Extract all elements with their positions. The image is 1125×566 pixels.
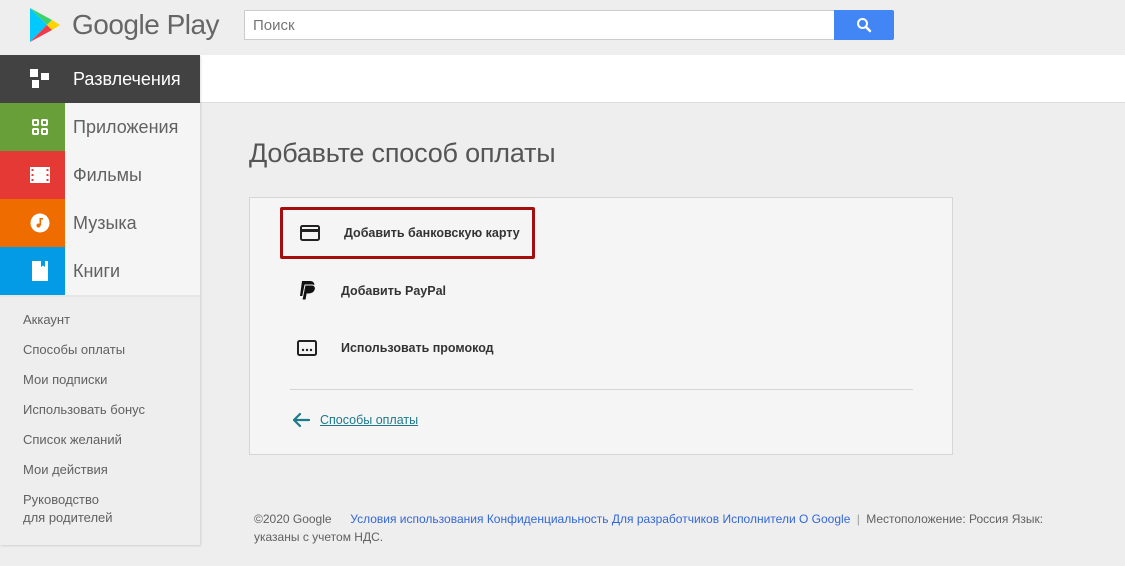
copyright: ©2020 Google (254, 512, 332, 526)
footer-link-artists[interactable]: Исполнители (722, 512, 795, 526)
category-swatch (0, 55, 65, 103)
back-to-payment-methods-link[interactable]: Способы оплаты (292, 412, 418, 428)
sidebar-category-apps[interactable]: Приложения (0, 103, 200, 151)
footer: ©2020 Google Условия использования Конфи… (254, 510, 1125, 546)
sidebar-category-movies[interactable]: Фильмы (0, 151, 200, 199)
redeem-promo-code-option[interactable]: Использовать промокод (280, 322, 535, 374)
header-band (200, 55, 1125, 103)
category-label: Музыка (73, 212, 137, 233)
sidebar-link-redeem[interactable]: Использовать бонус (0, 401, 200, 419)
category-label: Приложения (73, 116, 179, 137)
arrow-back-icon (292, 412, 310, 428)
account-links: Аккаунт Способы оплаты Мои подписки Испо… (0, 297, 200, 527)
sidebar-link-account[interactable]: Аккаунт (0, 311, 200, 329)
payment-options-card: Добавить банковскую карту Добавить PayPa… (249, 197, 953, 455)
play-triangle-icon (30, 8, 60, 42)
sidebar: Развлечения Приложения Фильмы Музыка Кни… (0, 55, 200, 545)
option-label: Добавить PayPal (341, 284, 447, 298)
footer-link-about-google[interactable]: О Google (799, 512, 850, 526)
google-play-logo[interactable]: Google Play (28, 6, 220, 44)
entertainment-icon (30, 69, 49, 88)
book-icon (32, 261, 48, 281)
footer-language[interactable]: Язык: (1012, 512, 1043, 526)
card-divider (290, 389, 913, 390)
search-input[interactable] (244, 10, 834, 40)
footer-link-privacy[interactable]: Конфиденциальность (487, 512, 609, 526)
apps-grid-icon (32, 119, 48, 135)
promo-code-icon (295, 336, 319, 360)
search-bar (244, 10, 894, 40)
sidebar-link-wishlist[interactable]: Список желаний (0, 431, 200, 449)
sidebar-category-music[interactable]: Музыка (0, 199, 200, 247)
search-button[interactable] (834, 10, 894, 40)
brand-name: Google Play (72, 9, 220, 40)
footer-line-2: указаны с учетом НДС. (254, 530, 384, 544)
sidebar-link-activity[interactable]: Мои действия (0, 461, 200, 479)
add-bank-card-option[interactable]: Добавить банковскую карту (280, 207, 535, 259)
sidebar-link-payment-methods[interactable]: Способы оплаты (0, 341, 200, 359)
paypal-icon (295, 279, 319, 303)
footer-line-1: ©2020 Google Условия использования Конфи… (254, 510, 1125, 528)
footer-location: Местоположение: Россия (866, 512, 1009, 526)
sidebar-category-entertainment[interactable]: Развлечения (0, 55, 200, 103)
option-label: Добавить банковскую карту (344, 226, 520, 240)
option-label: Использовать промокод (341, 341, 494, 355)
category-label: Фильмы (73, 164, 142, 185)
category-label: Развлечения (73, 68, 181, 89)
category-swatch (0, 247, 65, 295)
footer-link-terms[interactable]: Условия использования (350, 512, 483, 526)
credit-card-icon (298, 221, 322, 245)
sidebar-link-parent-guide[interactable]: Руководство для родителей (0, 491, 140, 527)
category-swatch (0, 151, 65, 199)
category-swatch (0, 103, 65, 151)
back-link-label: Способы оплаты (320, 413, 419, 427)
music-note-icon (30, 213, 50, 233)
film-icon (30, 167, 50, 183)
footer-separator: | (856, 512, 860, 526)
search-icon (857, 18, 872, 33)
footer-link-developers[interactable]: Для разработчиков (612, 512, 719, 526)
category-swatch (0, 199, 65, 247)
top-bar: Google Play (0, 0, 1125, 55)
sidebar-category-books[interactable]: Книги (0, 247, 200, 295)
category-label: Книги (73, 260, 121, 281)
add-paypal-option[interactable]: Добавить PayPal (280, 265, 535, 317)
page-title: Добавьте способ оплаты (249, 138, 556, 168)
sidebar-link-subscriptions[interactable]: Мои подписки (0, 371, 200, 389)
